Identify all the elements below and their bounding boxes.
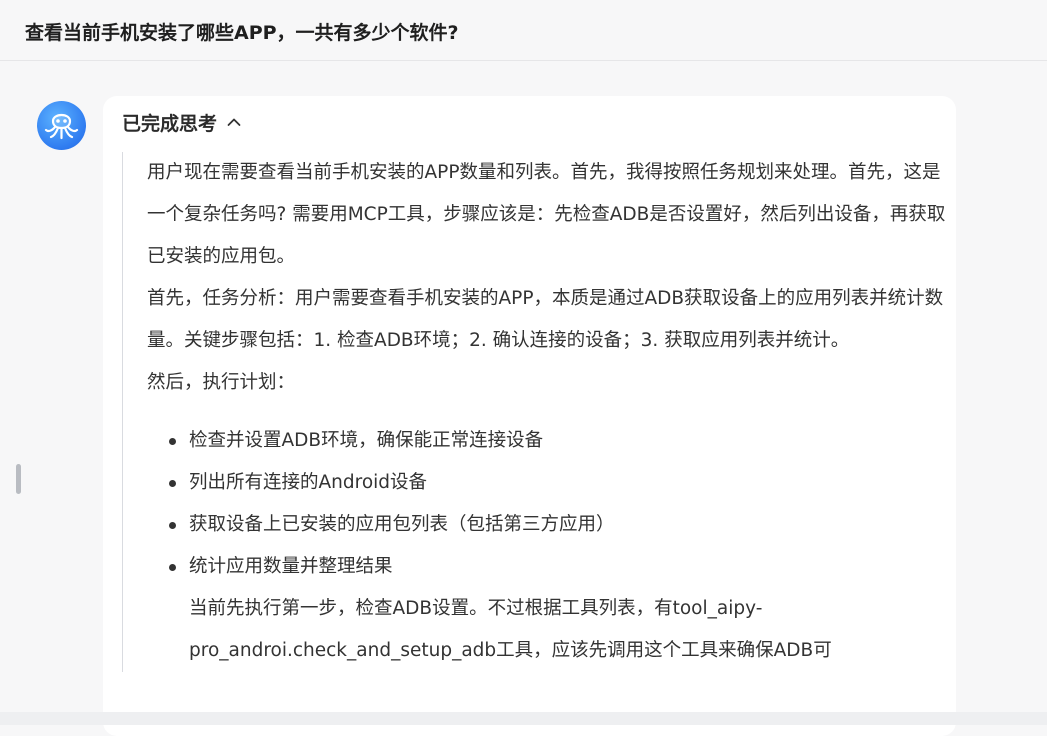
bullet-icon <box>169 522 176 529</box>
plan-step-list: 检查并设置ADB环境，确保能正常连接设备 列出所有连接的Android设备 获取… <box>147 420 967 588</box>
plan-step: 获取设备上已安装的应用包列表（包括第三方应用） <box>147 504 967 546</box>
thinking-toggle[interactable]: 已完成思考 <box>122 110 243 135</box>
bullet-icon <box>169 564 176 571</box>
user-question-title: 查看当前手机安装了哪些APP，一共有多少个软件? <box>25 22 459 44</box>
input-area-edge <box>0 712 1047 725</box>
assistant-message-card: 已完成思考 用户现在需要查看当前手机安装的APP数量和列表。首先，我得按照任务规… <box>103 96 956 736</box>
thinking-label: 已完成思考 <box>122 112 218 135</box>
thinking-content: 用户现在需要查看当前手机安装的APP数量和列表。首先，我得按照任务规划来处理。首… <box>122 152 967 672</box>
plan-step: 统计应用数量并整理结果 <box>147 546 967 588</box>
thought-paragraph: 然后，执行计划： <box>147 372 296 393</box>
plan-step-text: 统计应用数量并整理结果 <box>189 556 393 577</box>
plan-step: 检查并设置ADB环境，确保能正常连接设备 <box>147 420 967 462</box>
plan-step-text: 检查并设置ADB环境，确保能正常连接设备 <box>189 430 544 451</box>
sidebar-resize-handle[interactable] <box>16 464 21 494</box>
bullet-icon <box>169 438 176 445</box>
thought-paragraph: 用户现在需要查看当前手机安装的APP数量和列表。首先，我得按照任务规划来处理。首… <box>147 162 946 267</box>
thought-paragraph: 首先，任务分析：用户需要查看手机安装的APP，本质是通过ADB获取设备上的应用列… <box>147 288 944 351</box>
chevron-up-icon <box>227 118 241 126</box>
chat-header: 查看当前手机安装了哪些APP，一共有多少个软件? <box>0 0 1047 61</box>
plan-step-text: 列出所有连接的Android设备 <box>189 472 428 493</box>
assistant-avatar <box>37 101 86 150</box>
bullet-icon <box>169 480 176 487</box>
plan-step-text: 获取设备上已安装的应用包列表（包括第三方应用） <box>189 514 615 535</box>
octopus-logo-icon <box>44 113 79 140</box>
step-followup-text: 当前先执行第一步，检查ADB设置。不过根据工具列表，有tool_aipy-pro… <box>189 598 832 661</box>
plan-step: 列出所有连接的Android设备 <box>147 462 967 504</box>
